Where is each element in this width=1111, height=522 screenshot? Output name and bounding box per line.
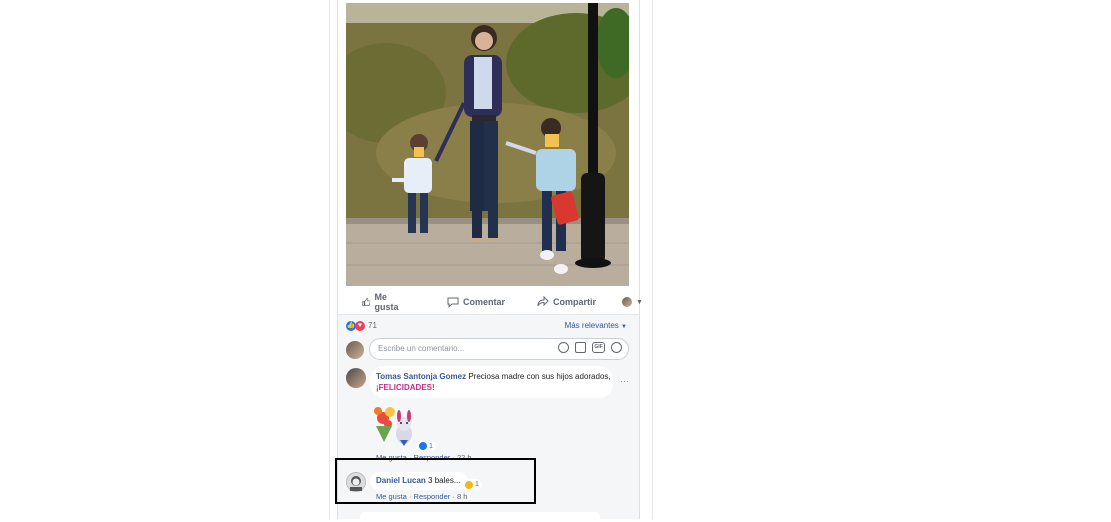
like-label: Me gusta [374, 292, 399, 312]
commenter-avatar [346, 341, 364, 359]
annotation-highlight-box [335, 458, 536, 504]
more-options-icon[interactable]: ··· [620, 376, 629, 386]
comment-text: Preciosa madre con sus hijos adorados, [468, 372, 611, 381]
next-comment-preview [360, 512, 600, 522]
comment-label: Comentar [463, 297, 506, 307]
page-divider-right [652, 0, 653, 519]
post-as-selector[interactable]: ▼ [622, 297, 643, 307]
comment-author[interactable]: Tomas Santonja Gomez [376, 372, 466, 381]
thumbs-up-icon [362, 298, 371, 306]
post-photo[interactable] [346, 3, 629, 286]
like-reaction-icon [419, 442, 427, 450]
photo-container [338, 0, 639, 290]
like-button[interactable]: Me gusta [362, 292, 402, 312]
bouquet-sticker-icon [374, 407, 412, 446]
photo-illustration [346, 3, 629, 286]
sticker-icon[interactable] [611, 342, 622, 353]
page-divider-left [329, 0, 330, 519]
emoji-icon[interactable] [558, 342, 569, 353]
share-button[interactable]: Compartir [537, 296, 596, 308]
composer-tools: GIF [558, 342, 622, 353]
love-reaction-icon: ♥ [355, 321, 365, 331]
post-card: Me gusta Comentar Compartir ▼ 👍 ♥ 71 Más… [337, 0, 643, 519]
sort-label: Más relevantes [564, 321, 619, 330]
comment-sticker [370, 402, 416, 452]
comment-button[interactable]: Comentar [447, 296, 505, 308]
chevron-down-icon: ▼ [636, 298, 643, 306]
sticker-reaction-badge[interactable]: 1 [416, 441, 436, 451]
comment-input-placeholder: Escribe un comentario... [378, 344, 465, 353]
post-actions-bar: Me gusta Comentar Compartir ▼ [338, 290, 643, 315]
comment-bubble: Tomas Santonja Gomez Preciosa madre con … [370, 366, 613, 398]
reaction-count[interactable]: 71 [368, 321, 377, 330]
share-icon [537, 296, 549, 307]
comment-highlight-text: ¡FELICIDADES! [376, 383, 435, 392]
comment-input[interactable]: Escribe un comentario... GIF [369, 338, 629, 360]
comment-icon [447, 297, 459, 308]
camera-icon[interactable] [575, 342, 586, 353]
comment-avatar[interactable] [346, 368, 366, 388]
reactions-summary: 👍 ♥ 71 Más relevantes ▼ [338, 316, 639, 334]
sticker-reaction-count: 1 [429, 442, 433, 450]
share-label: Compartir [553, 297, 597, 307]
chevron-down-icon: ▼ [621, 324, 627, 330]
comment-sort-selector[interactable]: Más relevantes ▼ [565, 321, 627, 330]
gif-icon[interactable]: GIF [592, 342, 605, 353]
profile-avatar-small [622, 297, 633, 307]
